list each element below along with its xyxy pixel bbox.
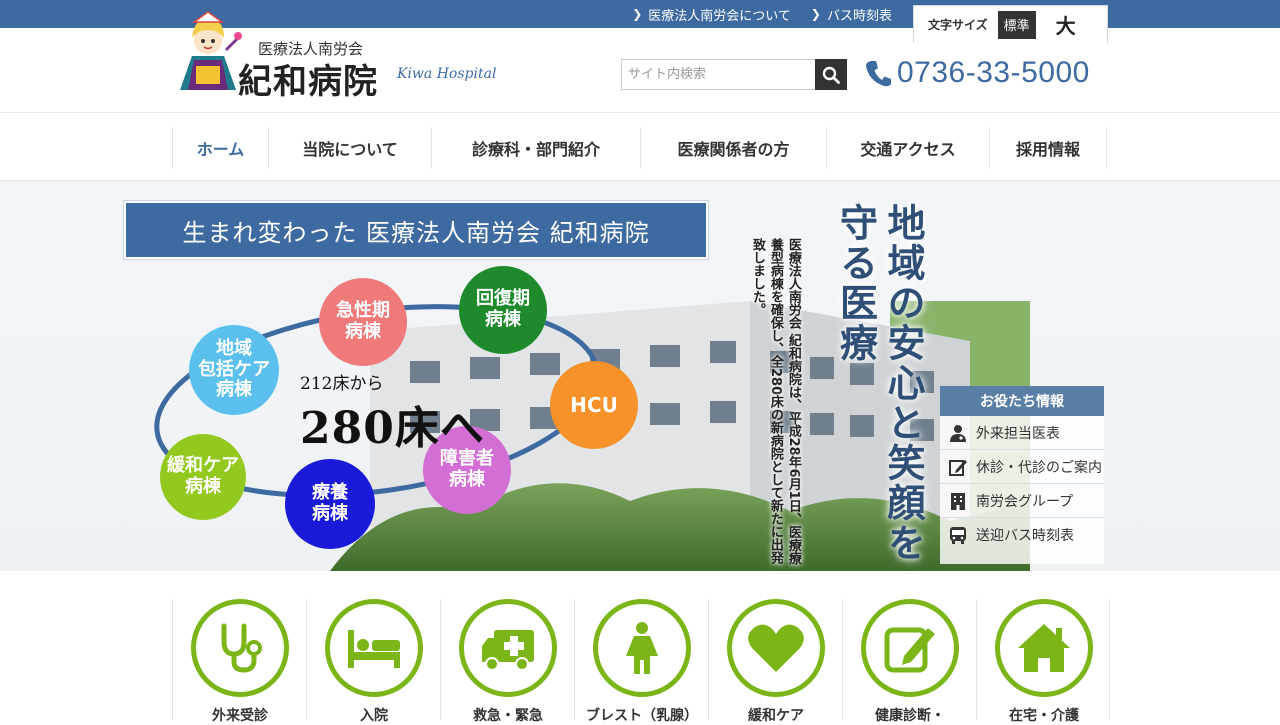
- service-icon-circle: [191, 599, 289, 697]
- font-size-label: 文字サイズ: [928, 18, 988, 32]
- service-checkup[interactable]: 健康診断・: [842, 599, 976, 724]
- ward-acute-label: 急性期 病棟: [336, 300, 390, 342]
- logo-title: 紀和病院: [238, 62, 378, 102]
- global-nav: ホーム 当院について 診療科・部門紹介 医療関係者の方 交通アクセス 採用情報: [172, 127, 1107, 169]
- ward-community-care-label: 地域 包括ケア 病棟: [198, 337, 270, 401]
- hero-intro-text: 医療法人南労会 紀和病院は、平成28年6月1日、医療療養型病棟を確保し、全280…: [749, 238, 801, 565]
- useful-info-panel: お役たち情報 外来担当医表 休診・代診のご案内 南労会グループ 送迎バス時刻表: [940, 386, 1104, 564]
- useful-item-label: 南労会グループ: [976, 493, 1074, 510]
- site-search: [621, 59, 847, 90]
- service-label: 緩和ケア: [748, 708, 804, 724]
- service-breast[interactable]: ブレスト（乳腺）: [574, 599, 708, 724]
- search-button[interactable]: [815, 59, 847, 90]
- useful-item-label: 休診・代診のご案内: [976, 459, 1102, 476]
- service-label: 入院: [360, 708, 388, 724]
- search-icon: [822, 66, 840, 84]
- service-outpatient[interactable]: 外来受診: [172, 599, 306, 724]
- service-label: ブレスト（乳腺）: [586, 708, 698, 724]
- service-icon-circle: [727, 599, 825, 697]
- ward-recovery-label: 回復期 病棟: [476, 288, 530, 330]
- service-icon-circle: [325, 599, 423, 697]
- service-icon-circle: [459, 599, 557, 697]
- nav-about[interactable]: 当院について: [268, 127, 431, 169]
- nav-departments[interactable]: 診療科・部門紹介: [431, 127, 640, 169]
- logo-english: Kiwa Hospital: [397, 66, 497, 82]
- service-emergency[interactable]: 救急・緊急: [440, 599, 574, 724]
- hero-banner-text: 生まれ変わった 医療法人南労会 紀和病院: [182, 218, 650, 247]
- top-link-about[interactable]: ❯ 医療法人南労会について: [632, 5, 791, 24]
- search-input[interactable]: [621, 59, 815, 90]
- service-label: 在宅・介護: [1009, 708, 1079, 724]
- hero-slider[interactable]: 生まれ変わった 医療法人南労会 紀和病院 急性期 病棟 回復期 病棟 HCU 障…: [0, 181, 1280, 571]
- bed-icon: [348, 630, 400, 668]
- bus-icon: [950, 527, 966, 544]
- service-inpatient[interactable]: 入院: [306, 599, 440, 724]
- edit-icon: [949, 459, 967, 476]
- stethoscope-icon: [221, 623, 262, 673]
- top-link-bus-label: バス時刻表: [826, 8, 892, 24]
- nav-home[interactable]: ホーム: [172, 127, 268, 169]
- service-label: 外来受診: [212, 708, 268, 724]
- service-palliative[interactable]: 緩和ケア: [708, 599, 842, 724]
- ward-recovery[interactable]: 回復期 病棟: [459, 266, 547, 354]
- useful-item-bus-schedule[interactable]: 送迎バス時刻表: [940, 518, 1104, 552]
- phone-number-text: 0736-33-5000: [897, 56, 1090, 89]
- useful-item-label: 外来担当医表: [976, 425, 1060, 442]
- service-icon-circle: [995, 599, 1093, 697]
- useful-item-closure-notice[interactable]: 休診・代診のご案内: [940, 450, 1104, 484]
- phone-icon: [866, 61, 891, 87]
- font-size-large-button[interactable]: 大: [1046, 11, 1086, 39]
- building-icon: [951, 492, 965, 510]
- ward-palliative-label: 緩和ケア 病棟: [167, 455, 239, 497]
- ward-long-term-care[interactable]: 療養 病棟: [285, 459, 375, 549]
- nav-recruit[interactable]: 採用情報: [989, 127, 1107, 169]
- ward-hcu[interactable]: HCU: [550, 361, 638, 449]
- phone-number[interactable]: 0736-33-5000: [865, 56, 1090, 90]
- woman-icon: [626, 622, 658, 674]
- service-icon-circle: [861, 599, 959, 697]
- ambulance-icon: [482, 630, 534, 671]
- useful-info-title: お役たち情報: [940, 386, 1104, 416]
- checkup-icon: [884, 627, 935, 673]
- service-icon-circle: [593, 599, 691, 697]
- ward-palliative[interactable]: 緩和ケア 病棟: [160, 434, 246, 520]
- doctor-icon: [950, 424, 966, 442]
- home-icon: [1018, 624, 1070, 672]
- ward-long-term-care-label: 療養 病棟: [312, 482, 348, 524]
- bed-count-from: 212床から: [300, 374, 384, 394]
- service-label: 健康診断・: [875, 708, 945, 724]
- top-link-bus[interactable]: ❯ バス時刻表: [811, 5, 892, 24]
- useful-item-label: 送迎バス時刻表: [976, 528, 1074, 544]
- hero-slogan: 地域の安心と笑顔を守る医療: [833, 203, 927, 563]
- bed-count-to: 280床へ: [300, 403, 485, 454]
- top-links: ❯ 医療法人南労会について ❯ バス時刻表: [632, 0, 892, 28]
- font-size-standard-button[interactable]: 標準: [997, 10, 1036, 39]
- hero-banner: 生まれ変わった 医療法人南労会 紀和病院: [124, 201, 708, 259]
- global-nav-bar: ホーム 当院について 診療科・部門紹介 医療関係者の方 交通アクセス 採用情報: [0, 112, 1280, 181]
- service-home-care[interactable]: 在宅・介護: [976, 599, 1110, 724]
- nav-medical-professionals[interactable]: 医療関係者の方: [640, 127, 826, 169]
- useful-item-outpatient-schedule[interactable]: 外来担当医表: [940, 416, 1104, 450]
- nav-access[interactable]: 交通アクセス: [826, 127, 989, 169]
- ward-hcu-label: HCU: [570, 392, 618, 417]
- ward-acute[interactable]: 急性期 病棟: [319, 278, 407, 366]
- heart-icon: [748, 624, 804, 672]
- font-size-switcher: 文字サイズ 標準 大: [913, 5, 1108, 43]
- ward-community-care[interactable]: 地域 包括ケア 病棟: [189, 325, 279, 415]
- mascot-logo-icon: [180, 11, 242, 90]
- chevron-right-icon: ❯: [632, 7, 643, 21]
- bed-count: 212床から 280床へ: [300, 369, 485, 456]
- chevron-right-icon: ❯: [810, 7, 821, 21]
- service-tiles: 外来受診 入院 救急・緊急 ブレスト（乳腺） 緩和ケア 健康診断・ 在宅・介護: [172, 599, 1110, 724]
- useful-item-group[interactable]: 南労会グループ: [940, 484, 1104, 518]
- service-label: 救急・緊急: [473, 708, 543, 724]
- top-link-about-label: 医療法人南労会について: [648, 8, 791, 24]
